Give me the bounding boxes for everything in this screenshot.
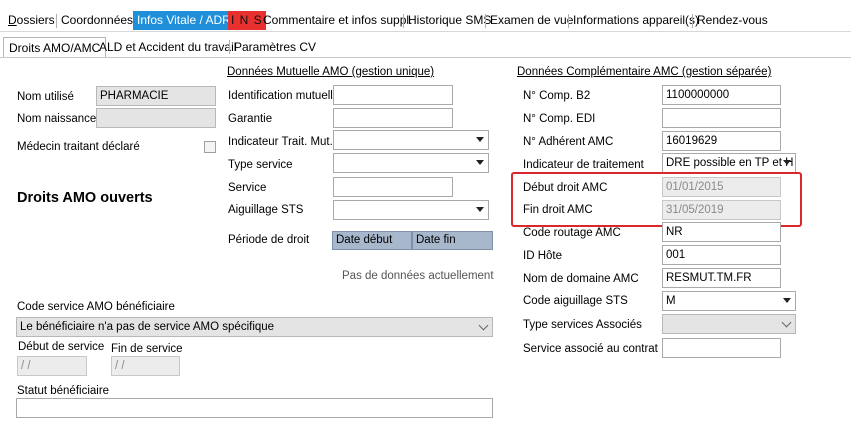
column-header-date-debut[interactable]: Date début xyxy=(332,231,412,250)
nom-naissance-field[interactable] xyxy=(96,108,216,128)
tab-separator xyxy=(568,14,569,28)
nom-naissance-label: Nom naissance xyxy=(17,113,97,125)
fin-service-field[interactable]: / / xyxy=(111,356,180,376)
tab-separator xyxy=(403,14,404,28)
indicateur-trait-mut-dropdown[interactable] xyxy=(333,130,489,150)
service-associe-contrat-label: Service associé au contrat xyxy=(523,343,658,355)
garantie-field[interactable] xyxy=(333,108,453,128)
type-service-label: Type service xyxy=(228,159,293,171)
comp-b2-field[interactable]: 1100000000 xyxy=(662,85,781,105)
periode-droit-label: Période de droit xyxy=(228,234,310,246)
tab-infos-vitale-adr[interactable]: Infos Vitale / ADR xyxy=(133,11,235,30)
type-service-dropdown[interactable] xyxy=(333,153,489,173)
code-service-value: Le bénéficiaire n'a pas de service AMO s… xyxy=(20,321,275,333)
chevron-down-icon xyxy=(781,317,792,328)
amo-section-title: Données Mutuelle AMO (gestion unique) xyxy=(227,66,435,78)
service-associe-contrat-field[interactable] xyxy=(662,338,781,358)
caret-down-icon xyxy=(476,207,484,212)
caret-down-icon xyxy=(476,137,484,142)
indicateur-traitement-label: Indicateur de traitement xyxy=(523,159,644,171)
medecin-traitant-checkbox[interactable] xyxy=(204,141,216,153)
medecin-traitant-label: Médecin traitant déclaré xyxy=(17,141,140,153)
debut-service-field[interactable]: / / xyxy=(17,356,87,376)
column-header-date-fin[interactable]: Date fin xyxy=(412,231,493,250)
code-service-label: Code service AMO bénéficiaire xyxy=(17,301,175,313)
statut-beneficiaire-field[interactable] xyxy=(16,398,493,418)
identification-mutuelle-label: Identification mutuelle xyxy=(228,90,340,102)
amc-section-title: Données Complémentaire AMC (gestion sépa… xyxy=(517,66,772,78)
caret-down-icon xyxy=(783,298,791,303)
tab-bar-divider xyxy=(0,31,851,32)
comp-b2-label: N° Comp. B2 xyxy=(523,90,591,102)
nom-utilise-field[interactable]: PHARMACIE xyxy=(96,86,216,106)
tab-informations-appareils[interactable]: Informations appareil(s) xyxy=(573,11,699,30)
caret-down-icon xyxy=(783,160,791,165)
empty-table-message: Pas de données actuellement xyxy=(342,270,494,282)
nom-utilise-label: Nom utilisé xyxy=(17,91,74,103)
service-label: Service xyxy=(228,182,267,194)
subtab-parametres-cv[interactable]: Paramètres CV xyxy=(234,37,316,57)
aiguillage-sts-label: Aiguillage STS xyxy=(228,204,304,216)
subtab-ald-accident[interactable]: ALD et Accident du travail xyxy=(99,37,236,57)
tab-ins[interactable]: I N S xyxy=(228,11,266,30)
subtab-droits-amo-amc[interactable]: Droits AMO/AMC xyxy=(3,37,107,58)
tab-historique-sms[interactable]: Historique SMS xyxy=(408,11,491,30)
nom-domaine-field[interactable]: RESMUT.TM.FR xyxy=(662,268,781,288)
droits-amo-title: Droits AMO ouverts xyxy=(17,190,153,206)
tab-commentaire[interactable]: Commentaire et infos suppl. xyxy=(263,11,412,30)
nom-domaine-label: Nom de domaine AMC xyxy=(523,273,639,285)
code-aiguillage-sts-label: Code aiguillage STS xyxy=(523,295,628,307)
comp-edi-label: N° Comp. EDI xyxy=(523,113,596,125)
statut-beneficiaire-label: Statut bénéficiaire xyxy=(17,385,110,397)
type-services-associes-dropdown[interactable] xyxy=(662,314,796,334)
subtab-separator xyxy=(229,40,230,54)
code-routage-label: Code routage AMC xyxy=(523,227,621,239)
tab-dossiers[interactable]: Dossiers xyxy=(8,11,55,30)
tab-rendez-vous[interactable]: Rendez-vous xyxy=(697,11,768,30)
debut-service-label: Début de service xyxy=(18,341,105,353)
tab-examen-de-vue[interactable]: Examen de vue xyxy=(490,11,573,30)
indicateur-traitement-value: DRE possible en TP et H xyxy=(666,157,794,169)
main-tab-bar: Dossiers Coordonnées Infos Vitale / ADR … xyxy=(0,11,851,30)
indicateur-trait-mut-label: Indicateur Trait. Mut. xyxy=(228,136,333,148)
id-hote-label: ID Hôte xyxy=(523,250,562,262)
code-aiguillage-sts-dropdown[interactable]: M xyxy=(662,291,796,311)
code-service-dropdown[interactable]: Le bénéficiaire n'a pas de service AMO s… xyxy=(16,317,493,337)
adherent-amc-field[interactable]: 16019629 xyxy=(662,131,781,151)
identification-mutuelle-field[interactable] xyxy=(333,85,453,105)
type-services-associes-label: Type services Associés xyxy=(523,319,642,331)
tab-coordonnees[interactable]: Coordonnées xyxy=(61,11,133,30)
service-field[interactable] xyxy=(333,177,453,197)
chevron-down-icon xyxy=(478,320,489,331)
tab-separator xyxy=(56,14,57,28)
caret-down-icon xyxy=(476,160,484,165)
indicateur-traitement-dropdown[interactable]: DRE possible en TP et H xyxy=(662,153,796,173)
aiguillage-sts-dropdown[interactable] xyxy=(333,200,489,220)
code-aiguillage-sts-value: M xyxy=(666,295,676,307)
garantie-label: Garantie xyxy=(228,113,273,125)
id-hote-field[interactable]: 001 xyxy=(662,245,781,265)
highlight-box xyxy=(511,172,802,227)
fin-service-label: Fin de service xyxy=(111,343,183,355)
code-routage-field[interactable]: NR xyxy=(662,222,781,242)
tab-separator xyxy=(692,14,693,28)
adherent-amc-label: N° Adhérent AMC xyxy=(523,136,614,148)
tab-separator xyxy=(485,14,486,28)
comp-edi-field[interactable] xyxy=(662,108,781,128)
subtab-divider xyxy=(0,57,851,58)
